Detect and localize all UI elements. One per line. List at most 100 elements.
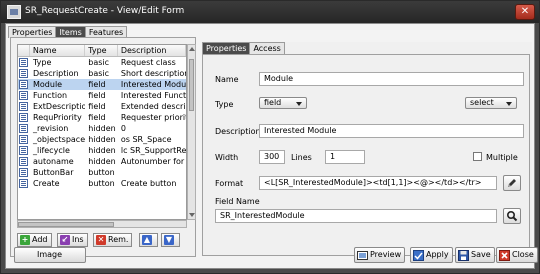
field-icon xyxy=(19,168,28,177)
lines-label: Lines xyxy=(291,153,312,162)
lines-field[interactable]: 1 xyxy=(325,150,365,164)
description-label: Description xyxy=(215,127,261,136)
chevron-down-icon xyxy=(506,102,512,106)
image-button[interactable]: Image xyxy=(14,247,86,263)
preview-button[interactable]: Preview xyxy=(354,247,406,263)
row-description: os SR_Space xyxy=(120,135,172,144)
horizontal-scroll-thumb[interactable] xyxy=(18,222,114,227)
field-icon xyxy=(19,102,28,111)
arrow-down-icon: ▼ xyxy=(164,235,174,245)
header-type[interactable]: Type xyxy=(85,45,118,56)
tab-item-properties[interactable]: Properties xyxy=(202,42,251,54)
table-row[interactable]: RequPriority field Requester priority xyxy=(18,112,186,123)
window-title: SR_RequestCreate - View/Edit Form xyxy=(25,6,185,16)
table-row[interactable]: Type basic Request class xyxy=(18,57,186,68)
save-label: Save xyxy=(471,250,491,259)
scroll-up-icon[interactable] xyxy=(189,47,195,51)
remove-label: Rem. xyxy=(108,235,129,244)
table-row[interactable]: _lifecycle hidden lc SR_SupportRequest xyxy=(18,145,186,156)
row-type: field xyxy=(88,113,106,122)
insert-button[interactable]: ↙ Ins xyxy=(57,233,88,247)
insert-label: Ins xyxy=(72,235,84,244)
insert-icon: ↙ xyxy=(60,235,70,245)
preview-label: Preview xyxy=(370,250,402,259)
type-options-select[interactable]: select xyxy=(465,97,517,109)
row-name: Function xyxy=(33,91,68,100)
row-name: Module xyxy=(33,80,63,89)
row-type: basic xyxy=(88,58,110,67)
name-field[interactable]: Module xyxy=(259,72,524,86)
row-name: _objectspace xyxy=(33,135,86,144)
remove-x-icon: ✕ xyxy=(96,235,106,245)
app-icon xyxy=(7,5,21,19)
table-row[interactable]: _revision hidden 0 xyxy=(18,123,186,134)
name-label: Name xyxy=(215,75,239,84)
row-description: Create button xyxy=(120,179,177,188)
add-label: Add xyxy=(32,235,48,244)
header-description[interactable]: Description xyxy=(118,45,186,56)
save-button[interactable]: Save xyxy=(455,247,495,263)
row-type: field xyxy=(88,80,106,89)
row-description: lc SR_SupportRequest xyxy=(120,146,186,155)
vertical-scrollbar[interactable] xyxy=(187,44,196,220)
image-label: Image xyxy=(36,250,63,259)
items-panel: Name Type Description Type basic Request… xyxy=(10,37,196,257)
scroll-down-icon[interactable] xyxy=(189,213,195,217)
apply-button[interactable]: Apply xyxy=(410,247,453,263)
tab-access[interactable]: Access xyxy=(249,42,285,54)
properties-panel: Properties Access Name Module Type field… xyxy=(202,42,532,256)
table-row[interactable]: ExtDescription field Extended descriptio… xyxy=(18,101,186,112)
table-row[interactable]: Function field Interested Function xyxy=(18,90,186,101)
type-select-value: field xyxy=(264,98,282,107)
vertical-scroll-thumb[interactable] xyxy=(189,59,194,111)
header-name[interactable]: Name xyxy=(30,45,86,56)
move-up-button[interactable]: ▲ xyxy=(139,233,158,247)
field-icon xyxy=(19,157,28,166)
table-row[interactable]: _objectspace hidden os SR_Space xyxy=(18,134,186,145)
type-select[interactable]: field xyxy=(259,97,307,109)
row-type: hidden xyxy=(88,135,116,144)
header-icon-column xyxy=(18,45,30,56)
remove-button[interactable]: ✕ Rem. xyxy=(93,233,133,247)
format-field[interactable]: <L[SR_InterestedModule]><td[1,1]><@></td… xyxy=(259,176,497,190)
row-type: basic xyxy=(88,69,110,78)
grid-header: Name Type Description xyxy=(18,45,186,57)
row-name: ButtonBar xyxy=(33,168,74,177)
description-field[interactable]: Interested Module xyxy=(259,124,524,138)
row-type: field xyxy=(88,91,106,100)
row-type: hidden xyxy=(88,124,116,133)
plus-icon: + xyxy=(20,235,30,245)
field-name-field[interactable]: SR_InterestedModule xyxy=(215,209,497,223)
type-label: Type xyxy=(215,100,234,109)
width-field[interactable]: 300 xyxy=(259,150,285,164)
multiple-checkbox[interactable] xyxy=(473,152,482,161)
row-type: hidden xyxy=(88,146,116,155)
title-bar[interactable]: SR_RequestCreate - View/Edit Form ✕ xyxy=(1,1,539,23)
table-row[interactable]: ButtonBar button xyxy=(18,167,186,178)
table-row[interactable]: autoname hidden Autonumber for xyxy=(18,156,186,167)
format-label: Format xyxy=(215,179,244,188)
table-row-selected[interactable]: Module field Interested Module xyxy=(18,79,186,90)
form-editor-window: SR_RequestCreate - View/Edit Form ✕ Prop… xyxy=(0,0,540,274)
window-close-button[interactable]: ✕ xyxy=(515,4,535,20)
row-description: Requester priority xyxy=(120,113,186,122)
table-row[interactable]: Description basic Short description xyxy=(18,68,186,79)
add-button[interactable]: + Add xyxy=(17,233,52,247)
lookup-field-button[interactable] xyxy=(503,208,521,224)
move-down-button[interactable]: ▼ xyxy=(161,233,180,247)
row-name: _revision xyxy=(33,124,69,133)
row-name: Description xyxy=(33,69,79,78)
edit-format-button[interactable] xyxy=(503,175,521,191)
field-icon xyxy=(19,69,28,78)
table-row[interactable]: Create button Create button xyxy=(18,178,186,189)
horizontal-scrollbar[interactable] xyxy=(17,220,187,228)
save-icon xyxy=(458,249,469,261)
row-description: Autonumber for xyxy=(120,157,185,166)
arrow-up-icon: ▲ xyxy=(142,235,152,245)
row-description: Interested Module xyxy=(120,80,186,89)
field-icon xyxy=(19,91,28,100)
editor-frame: Properties Items Features Name Type Desc… xyxy=(5,23,538,269)
field-name-label: Field Name xyxy=(215,197,260,206)
close-button[interactable]: Close xyxy=(496,247,538,263)
field-icon xyxy=(19,124,28,133)
